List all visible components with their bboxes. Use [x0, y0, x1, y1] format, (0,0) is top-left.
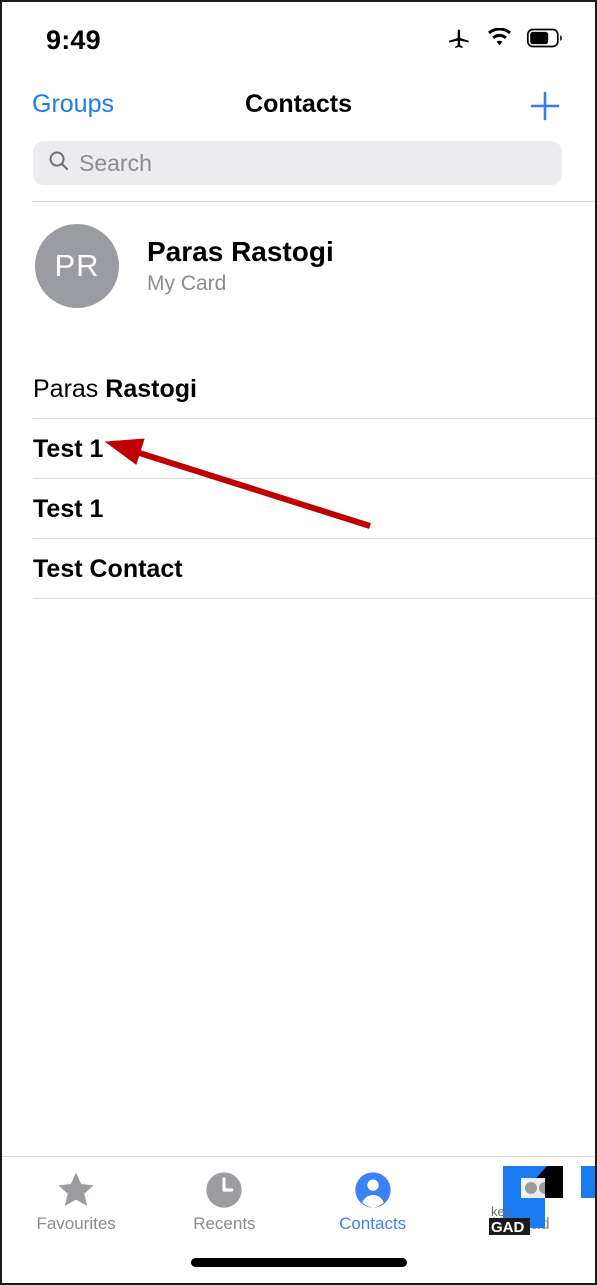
search-separator — [32, 201, 595, 202]
contact-name: Test 1 — [33, 494, 104, 523]
my-card-text: Paras Rastogi My Card — [147, 236, 334, 296]
tab-label: Favourites — [36, 1214, 116, 1233]
my-card-name: Paras Rastogi — [147, 235, 334, 267]
tab-label: Recents — [193, 1214, 256, 1233]
avatar: PR — [35, 224, 119, 308]
contact-last-name: Rastogi — [105, 374, 197, 403]
person-circle-icon — [353, 1169, 393, 1211]
contact-name: Paras Rastogi — [33, 375, 197, 404]
home-indicator — [190, 1258, 407, 1267]
plus-icon — [530, 91, 560, 121]
battery-icon — [526, 28, 565, 53]
clock-icon — [204, 1169, 244, 1211]
tab-contacts[interactable]: Contacts — [299, 1157, 447, 1249]
tab-label: Contacts — [339, 1214, 407, 1233]
contact-name: Test 1 — [33, 434, 104, 463]
navigation-bar: Groups Contacts — [2, 74, 595, 134]
table-row[interactable]: Test 1 — [2, 479, 595, 539]
add-contact-button[interactable] — [523, 84, 567, 128]
tab-list: Favourites Recents Contacts Keypad — [2, 1157, 595, 1249]
table-row[interactable]: Paras Rastogi — [2, 359, 595, 419]
my-card-subtitle: My Card — [147, 272, 227, 296]
annotation-arrow — [104, 438, 371, 529]
contact-name: Test Contact — [33, 554, 183, 583]
search-bar[interactable]: Search — [33, 141, 562, 185]
tab-bar: Favourites Recents Contacts Keypad — [2, 1156, 595, 1283]
star-icon — [56, 1169, 96, 1211]
airplane-mode-icon — [446, 25, 472, 56]
wifi-icon — [486, 27, 513, 53]
my-card-row[interactable]: PR Paras Rastogi My Card — [2, 216, 595, 316]
iphone-screen: 9:49 Groups Contacts Search PR Paras Ras… — [0, 0, 597, 1285]
tab-keypad[interactable]: Keypad — [447, 1157, 595, 1249]
tab-favourites[interactable]: Favourites — [2, 1157, 150, 1249]
contact-list: Paras Rastogi Test 1 Test 1 Test Contact — [2, 359, 595, 599]
table-row[interactable]: Test 1 — [2, 419, 595, 479]
table-row[interactable]: Test Contact — [2, 539, 595, 599]
status-bar-time: 9:49 — [46, 24, 101, 55]
page-title: Contacts — [245, 90, 352, 118]
tab-recents[interactable]: Recents — [150, 1157, 298, 1249]
keypad-icon — [501, 1169, 541, 1211]
tab-label: Keypad — [492, 1214, 550, 1233]
contact-first-name: Paras — [33, 374, 106, 403]
status-bar-icons — [446, 25, 565, 56]
search-icon — [47, 149, 70, 177]
row-separator — [33, 598, 595, 599]
search-input[interactable]: Search — [33, 141, 562, 185]
status-bar: 9:49 — [2, 2, 595, 74]
search-placeholder: Search — [79, 149, 152, 176]
